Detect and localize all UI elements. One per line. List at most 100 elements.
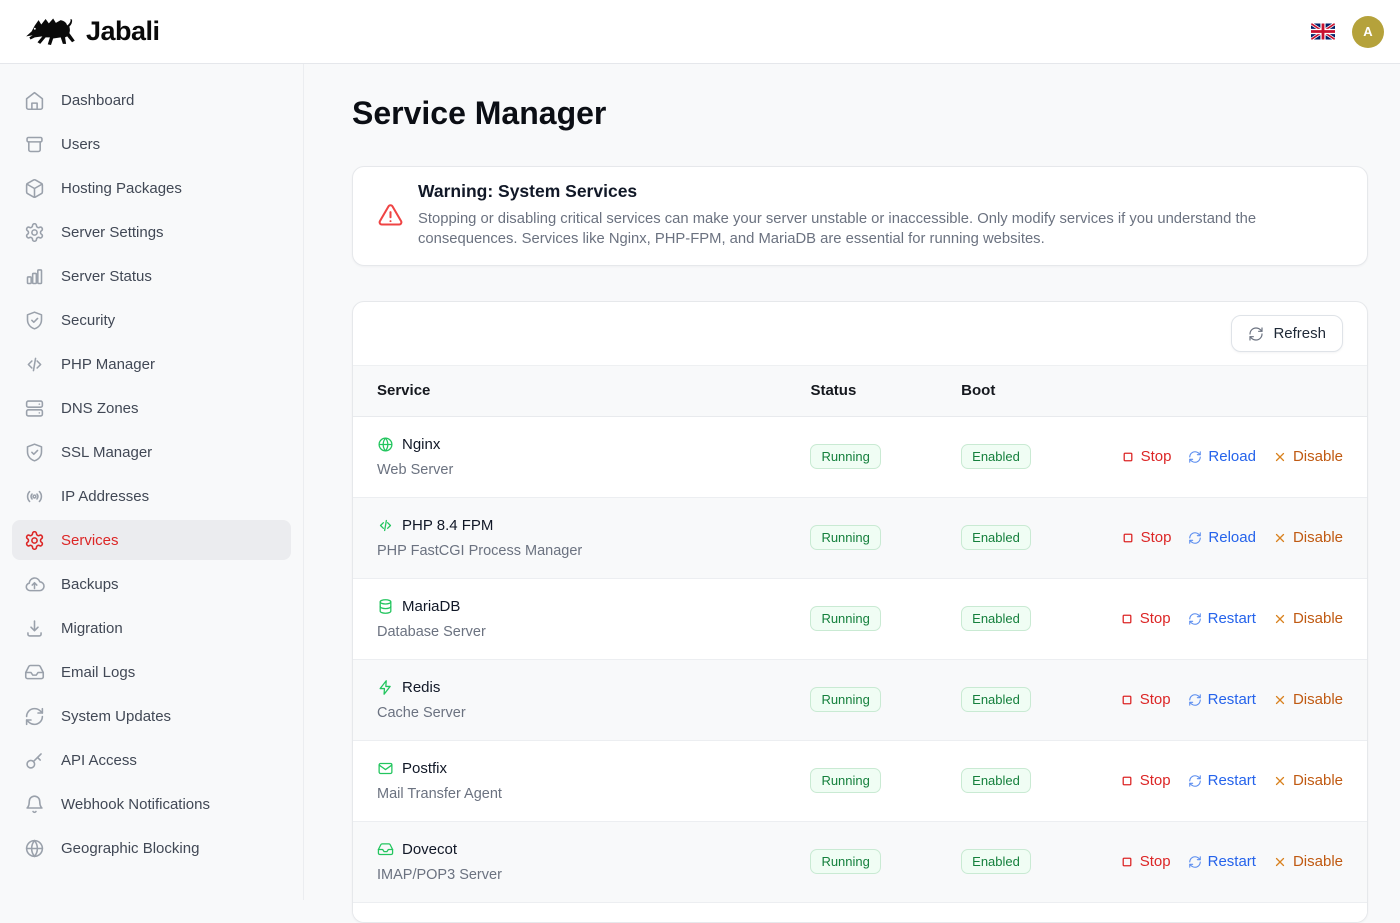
refresh-label: Refresh [1273,325,1326,342]
sidebar-item-label: IP Addresses [61,488,149,505]
status-badge: Running [810,849,880,874]
sidebar-item-server-settings[interactable]: Server Settings [12,212,291,252]
sidebar-item-email-logs[interactable]: Email Logs [12,652,291,692]
stop-action[interactable]: Stop [1120,772,1171,789]
sidebar-item-ip-addresses[interactable]: IP Addresses [12,476,291,516]
refresh-icon [1188,855,1202,869]
page-title: Service Manager [352,95,1368,131]
disable-action[interactable]: Disable [1273,529,1343,546]
sidebar-item-services[interactable]: Services [12,520,291,560]
stop-square-icon [1120,774,1134,788]
sidebar-item-label: Security [61,312,115,329]
sidebar-item-ssl-manager[interactable]: SSL Manager [12,432,291,472]
service-name: Dovecot [402,841,457,858]
service-description: Database Server [377,624,810,640]
x-icon [1273,612,1287,626]
uk-flag-icon[interactable] [1311,23,1335,40]
status-badge: Running [810,606,880,631]
sidebar-item-label: Server Status [61,268,152,285]
stop-action[interactable]: Stop [1120,610,1171,627]
stop-action[interactable]: Stop [1121,448,1172,465]
refresh-icon [1188,450,1202,464]
disable-action[interactable]: Disable [1273,448,1343,465]
sidebar-item-webhook-notifications[interactable]: Webhook Notifications [12,784,291,824]
disable-action[interactable]: Disable [1273,691,1343,708]
stop-action[interactable]: Stop [1121,529,1172,546]
sidebar-item-server-status[interactable]: Server Status [12,256,291,296]
main-content: Service Manager Warning: System Services… [304,0,1400,923]
reload-action[interactable]: Reload [1188,529,1256,546]
reload-action[interactable]: Reload [1188,448,1256,465]
row-actions: Stop Reload Disable [1120,529,1343,546]
sidebar-item-geographic-blocking[interactable]: Geographic Blocking [12,828,291,868]
row-actions: Stop Restart Disable [1120,610,1343,627]
sidebar-item-label: DNS Zones [61,400,139,417]
stop-square-icon [1121,531,1135,545]
refresh-icon [1188,693,1202,707]
sidebar-item-api-access[interactable]: API Access [12,740,291,780]
sidebar-item-migration[interactable]: Migration [12,608,291,648]
restart-action[interactable]: Restart [1188,853,1256,870]
brand[interactable]: Jabali [24,13,160,51]
status-badge: Running [810,444,880,469]
inbox-icon [377,841,394,858]
disable-action[interactable]: Disable [1273,772,1343,789]
stop-action[interactable]: Stop [1120,853,1171,870]
sidebar-item-backups[interactable]: Backups [12,564,291,604]
home-icon [24,90,45,111]
sidebar-item-users[interactable]: Users [12,124,291,164]
service-row-php-8-4-fpm: PHP 8.4 FPM PHP FastCGI Process Manager … [353,497,1367,578]
avatar[interactable]: A [1352,16,1384,48]
service-description: PHP FastCGI Process Manager [377,543,810,559]
sidebar-item-dashboard[interactable]: Dashboard [12,80,291,120]
sidebar-item-label: System Updates [61,708,171,725]
globe-icon [377,436,394,453]
restart-action[interactable]: Restart [1188,772,1256,789]
services-table: Service Status Boot Nginx Web Server Run… [353,366,1367,923]
sidebar-item-label: Migration [61,620,123,637]
inbox-icon [24,662,45,683]
status-badge: Running [810,687,880,712]
package-icon [24,178,45,199]
restart-action[interactable]: Restart [1188,691,1256,708]
sidebar-item-php-manager[interactable]: PHP Manager [12,344,291,384]
restart-action[interactable]: Restart [1188,610,1256,627]
x-icon [1273,774,1287,788]
sidebar-item-label: Users [61,136,100,153]
brand-name: Jabali [86,16,160,47]
services-card: Refresh Service Status Boot Nginx [352,301,1368,923]
mail-icon [377,760,394,777]
status-badge: Running [810,525,880,550]
shield-check-icon [24,442,45,463]
cloud-upload-icon [24,574,45,595]
sidebar-item-dns-zones[interactable]: DNS Zones [12,388,291,428]
topbar: Jabali A [0,0,1400,64]
stop-square-icon [1121,450,1135,464]
stop-square-icon [1120,855,1134,869]
sidebar-item-system-updates[interactable]: System Updates [12,696,291,736]
stop-square-icon [1120,693,1134,707]
card-toolbar: Refresh [353,302,1367,366]
service-row-dovecot: Dovecot IMAP/POP3 Server Running Enabled… [353,821,1367,902]
sidebar-item-security[interactable]: Security [12,300,291,340]
sidebar-item-label: Geographic Blocking [61,840,199,857]
refresh-icon [1188,612,1202,626]
service-description: Web Server [377,462,810,478]
sidebar-item-hosting-packages[interactable]: Hosting Packages [12,168,291,208]
sidebar-item-label: Server Settings [61,224,164,241]
stop-action[interactable]: Stop [1120,691,1171,708]
refresh-button[interactable]: Refresh [1231,315,1343,352]
globe-icon [24,838,45,859]
service-row-nginx: Nginx Web Server Running Enabled StopRel… [353,416,1367,497]
sidebar-item-label: SSL Manager [61,444,152,461]
column-header-actions [1120,366,1367,416]
x-icon [1273,693,1287,707]
app-root: Jabali A Dashboard Users Hosting Package… [0,0,1400,923]
boar-logo-icon [24,13,78,51]
service-name: Nginx [402,436,440,453]
service-name: Postfix [402,760,447,777]
refresh-icon [24,706,45,727]
disable-action[interactable]: Disable [1273,610,1343,627]
disable-action[interactable]: Disable [1273,853,1343,870]
sidebar-item-label: Hosting Packages [61,180,182,197]
